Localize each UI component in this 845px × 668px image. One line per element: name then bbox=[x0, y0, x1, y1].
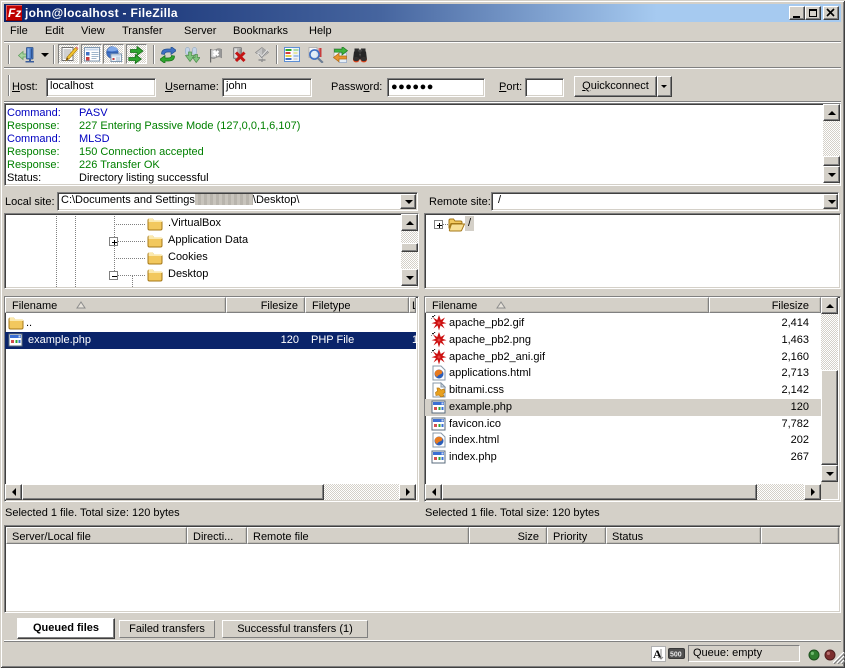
svg-text:Fz: Fz bbox=[8, 6, 21, 20]
svg-text:500: 500 bbox=[670, 652, 682, 659]
